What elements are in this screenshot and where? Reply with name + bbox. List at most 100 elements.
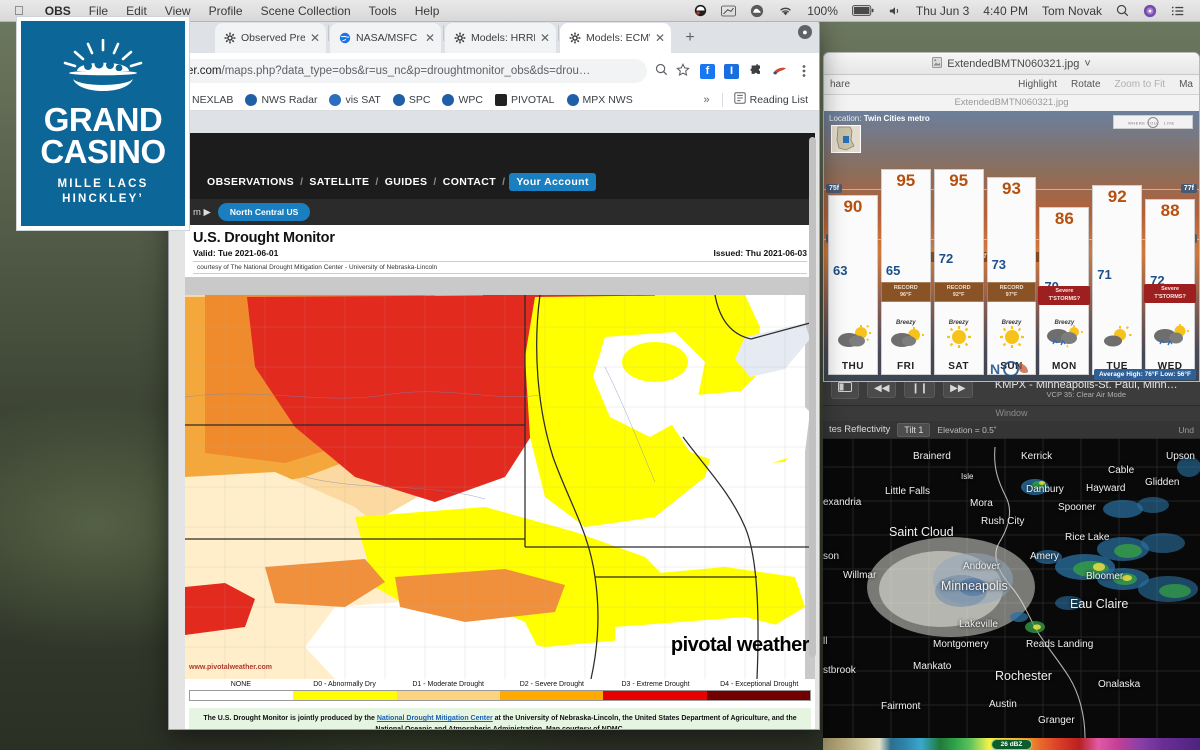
reading-list-button[interactable]: Reading List — [729, 90, 813, 109]
drought-legend: NONE D0 - Abnormally Dry D1 - Moderate D… — [185, 679, 815, 701]
bookmark-spc[interactable]: SPC — [388, 92, 436, 108]
search-icon[interactable] — [1109, 4, 1136, 17]
legend-labels: NONE D0 - Abnormally Dry D1 - Moderate D… — [189, 679, 811, 690]
highlight-button[interactable]: Highlight — [1018, 79, 1057, 90]
radar-dbz-color-scale[interactable]: 26 dBZ — [823, 738, 1200, 750]
close-icon[interactable]: ✕ — [540, 32, 550, 44]
wifi-icon[interactable] — [771, 5, 800, 17]
undo-button[interactable]: Und — [1178, 425, 1194, 435]
menu-item-tools[interactable]: Tools — [360, 4, 406, 18]
bookmark-wpc[interactable]: WPC — [437, 92, 488, 108]
forecast-column-wed: 88 72 Severe T'STORMS? WED — [1144, 133, 1197, 375]
close-icon[interactable]: ✕ — [655, 32, 665, 44]
menu-item-scene-collection[interactable]: Scene Collection — [252, 4, 360, 18]
forecast-high: 92 — [1107, 187, 1127, 206]
preview-image-window[interactable]: ExtendedBMTN060321.jpg ˅ hare Highlight … — [823, 52, 1200, 382]
page-header: U.S. Drought Monitor Valid: Tue 2021-06-… — [185, 225, 815, 277]
bookmark-label: PIVOTAL — [510, 93, 555, 106]
ndmc-link[interactable]: National Drought Mitigation Center — [377, 715, 493, 722]
page-scrollbar[interactable] — [809, 137, 816, 725]
star-icon[interactable] — [676, 62, 690, 80]
menu-item-view[interactable]: View — [156, 4, 200, 18]
rotate-button[interactable]: Rotate — [1071, 79, 1100, 90]
zoom-to-fit-button[interactable]: Zoom to Fit — [1115, 79, 1166, 90]
pivotal-weather-watermark: pivotal weather — [670, 634, 810, 656]
footnote-part1: The U.S. Drought Monitor is jointly prod… — [203, 715, 377, 722]
pen-icon[interactable] — [772, 64, 787, 79]
breadcrumb-tail[interactable]: m ▶ — [193, 207, 211, 218]
chrome-browser-window[interactable]: Observed Precip ✕ NASA/MSFC Inte ✕ Model… — [168, 18, 820, 730]
city-label: Minneapolis — [941, 579, 1008, 593]
new-tab-button[interactable]: + — [678, 26, 702, 50]
your-account-button[interactable]: Your Account — [509, 173, 596, 191]
close-icon[interactable]: ✕ — [425, 32, 435, 44]
tab-label: Models: HRRR – — [471, 32, 535, 44]
menu-item-file[interactable]: File — [80, 4, 117, 18]
bookmark-mpx-nws[interactable]: MPX NWS — [562, 92, 638, 108]
puzzle-icon[interactable] — [748, 64, 763, 79]
drought-map-graphic — [185, 277, 815, 679]
menu-bar-user[interactable]: Tom Novak — [1035, 4, 1109, 18]
radar-echo-graphic — [823, 439, 1200, 738]
scrollbar-thumb[interactable] — [809, 137, 816, 657]
menu-item-obs[interactable]: OBS — [36, 4, 80, 18]
nav-guides[interactable]: GUIDES — [379, 176, 434, 188]
menu-item-edit[interactable]: Edit — [117, 4, 156, 18]
volume-icon[interactable] — [881, 5, 909, 17]
control-center-icon[interactable] — [1164, 5, 1192, 17]
browser-tab-nasa-msfc[interactable]: NASA/MSFC Inte ✕ — [330, 23, 441, 53]
city-label: Brainerd — [913, 451, 951, 462]
bookmark-vis-sat[interactable]: vis SAT — [324, 92, 385, 108]
apple-menu-icon[interactable]:  — [0, 3, 36, 18]
browser-tab-models-ecmwf[interactable]: Models: ECMWF ✕ — [560, 23, 671, 53]
cloud-icon[interactable] — [743, 4, 771, 18]
forecast-low: 73 — [991, 257, 1007, 272]
noaa-favicon-icon — [442, 93, 455, 106]
menu-item-profile[interactable]: Profile — [200, 4, 252, 18]
kebab-menu-icon[interactable] — [796, 64, 811, 79]
city-label: Hayward — [1086, 483, 1126, 494]
dropbox-icon[interactable] — [687, 4, 714, 17]
preview-title-bar[interactable]: ExtendedBMTN060321.jpg ˅ — [824, 53, 1199, 75]
browser-tab-models-hrrr[interactable]: Models: HRRR – ✕ — [445, 23, 556, 53]
chevron-down-icon[interactable]: ˅ — [1084, 58, 1090, 70]
city-label: Fairmont — [881, 701, 921, 712]
cloud-storm-icon — [1151, 323, 1190, 354]
menu-bar-date[interactable]: Thu Jun 3 — [909, 4, 976, 18]
forecast-low: 72 — [938, 251, 954, 266]
markup-button[interactable]: Ma — [1179, 79, 1193, 90]
region-pill-north-central-us[interactable]: North Central US — [217, 203, 311, 221]
radar-application-window[interactable]: ◀◀ ❙❙ ▶▶ KMPX - Minneapolis-St. Paul, Mi… — [823, 372, 1200, 750]
search-icon[interactable] — [655, 63, 668, 79]
forecast-column-thu: 90 63 THU — [828, 133, 878, 375]
battery-icon[interactable] — [845, 5, 881, 16]
profile-avatar-icon[interactable]: ● — [798, 25, 812, 39]
nav-observations[interactable]: OBSERVATIONS — [201, 176, 300, 188]
bookmarks-overflow-icon[interactable]: » — [698, 94, 716, 106]
news-icon[interactable]: I — [724, 63, 739, 79]
menu-item-help[interactable]: Help — [406, 4, 449, 18]
graph-icon[interactable] — [714, 5, 743, 17]
siri-icon[interactable] — [1136, 4, 1164, 18]
nav-contact[interactable]: CONTACT — [437, 176, 502, 188]
menu-bar-time[interactable]: 4:40 PM — [976, 4, 1035, 18]
address-bar[interactable]: er.com/maps.php?data_type=obs&r=us_nc&p=… — [179, 59, 647, 83]
record-annotation-sat: RECORD 92°F — [933, 282, 984, 302]
bookmarks-bar: NEXLAB NWS Radar vis SAT SPC WPC PIVOTAL… — [169, 89, 819, 111]
share-button[interactable]: hare — [830, 79, 850, 90]
nav-satellite[interactable]: SATELLITE — [303, 176, 375, 188]
bookmark-nws-radar[interactable]: NWS Radar — [240, 92, 322, 108]
forecast-bar: 92 71 TUE — [1092, 185, 1143, 375]
close-icon[interactable]: ✕ — [310, 32, 320, 44]
facebook-icon[interactable]: f — [700, 63, 715, 79]
city-label: Reads Landing — [1026, 639, 1094, 650]
forecast-high: 95 — [949, 171, 969, 190]
drought-monitor-map[interactable]: pivotal weather www.pivotalweather.com — [185, 277, 815, 679]
radar-map[interactable]: Brainerd Kerrick Upson Isle Cable Glidde… — [823, 439, 1200, 738]
city-label: Austin — [989, 699, 1017, 710]
severe-line1: Severe — [1161, 286, 1180, 292]
browser-tab-observed-precip[interactable]: Observed Precip ✕ — [215, 23, 326, 53]
noaa-favicon-icon — [245, 93, 258, 106]
bookmark-pivotal[interactable]: PIVOTAL — [490, 92, 560, 108]
tilt-selector[interactable]: Tilt 1 — [897, 422, 931, 437]
